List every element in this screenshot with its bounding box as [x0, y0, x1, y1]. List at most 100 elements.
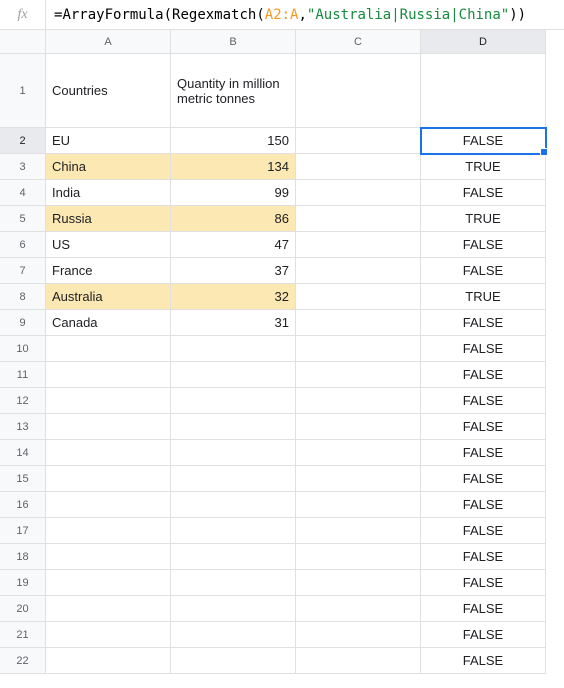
cell-D15[interactable]: FALSE	[421, 466, 546, 492]
cell-C1[interactable]	[296, 54, 421, 128]
cell-B18[interactable]	[171, 544, 296, 570]
column-header-B[interactable]: B	[171, 30, 296, 54]
row-header-6[interactable]: 6	[0, 232, 46, 258]
row-header-20[interactable]: 20	[0, 596, 46, 622]
cell-A11[interactable]	[46, 362, 171, 388]
cell-D9[interactable]: FALSE	[421, 310, 546, 336]
column-header-A[interactable]: A	[46, 30, 171, 54]
cell-D17[interactable]: FALSE	[421, 518, 546, 544]
cell-B19[interactable]	[171, 570, 296, 596]
cell-D14[interactable]: FALSE	[421, 440, 546, 466]
cell-A17[interactable]	[46, 518, 171, 544]
select-all-corner[interactable]	[0, 30, 46, 54]
cell-B6[interactable]: 47	[171, 232, 296, 258]
cell-D18[interactable]: FALSE	[421, 544, 546, 570]
row-header-8[interactable]: 8	[0, 284, 46, 310]
cell-C17[interactable]	[296, 518, 421, 544]
cell-C7[interactable]	[296, 258, 421, 284]
cell-A16[interactable]	[46, 492, 171, 518]
row-header-16[interactable]: 16	[0, 492, 46, 518]
cell-B4[interactable]: 99	[171, 180, 296, 206]
cell-C14[interactable]	[296, 440, 421, 466]
cell-C6[interactable]	[296, 232, 421, 258]
cell-A7[interactable]: France	[46, 258, 171, 284]
row-header-21[interactable]: 21	[0, 622, 46, 648]
cell-B21[interactable]	[171, 622, 296, 648]
cell-A22[interactable]	[46, 648, 171, 674]
row-header-7[interactable]: 7	[0, 258, 46, 284]
cell-D5[interactable]: TRUE	[421, 206, 546, 232]
cell-A21[interactable]	[46, 622, 171, 648]
cell-C9[interactable]	[296, 310, 421, 336]
cell-D1[interactable]	[421, 54, 546, 128]
row-header-12[interactable]: 12	[0, 388, 46, 414]
cell-B22[interactable]	[171, 648, 296, 674]
cell-A4[interactable]: India	[46, 180, 171, 206]
cell-A9[interactable]: Canada	[46, 310, 171, 336]
cell-C16[interactable]	[296, 492, 421, 518]
cell-A10[interactable]	[46, 336, 171, 362]
row-header-10[interactable]: 10	[0, 336, 46, 362]
row-header-14[interactable]: 14	[0, 440, 46, 466]
cell-C5[interactable]	[296, 206, 421, 232]
column-header-D[interactable]: D	[421, 30, 546, 54]
cell-A18[interactable]	[46, 544, 171, 570]
cell-D20[interactable]: FALSE	[421, 596, 546, 622]
cell-C19[interactable]	[296, 570, 421, 596]
formula-input[interactable]: =ArrayFormula(Regexmatch(A2:A,"Australia…	[46, 7, 564, 23]
cell-D10[interactable]: FALSE	[421, 336, 546, 362]
cell-B9[interactable]: 31	[171, 310, 296, 336]
cell-D16[interactable]: FALSE	[421, 492, 546, 518]
cell-A2[interactable]: EU	[46, 128, 171, 154]
cell-C3[interactable]	[296, 154, 421, 180]
row-header-19[interactable]: 19	[0, 570, 46, 596]
cell-C21[interactable]	[296, 622, 421, 648]
cell-C13[interactable]	[296, 414, 421, 440]
row-header-22[interactable]: 22	[0, 648, 46, 674]
cell-D22[interactable]: FALSE	[421, 648, 546, 674]
cell-A14[interactable]	[46, 440, 171, 466]
cell-A3[interactable]: China	[46, 154, 171, 180]
row-header-11[interactable]: 11	[0, 362, 46, 388]
row-header-3[interactable]: 3	[0, 154, 46, 180]
cell-D4[interactable]: FALSE	[421, 180, 546, 206]
cell-B14[interactable]	[171, 440, 296, 466]
spreadsheet-grid[interactable]: ABCD1CountriesQuantity in million metric…	[0, 30, 564, 674]
cell-C4[interactable]	[296, 180, 421, 206]
cell-B5[interactable]: 86	[171, 206, 296, 232]
cell-B11[interactable]	[171, 362, 296, 388]
cell-D21[interactable]: FALSE	[421, 622, 546, 648]
cell-D19[interactable]: FALSE	[421, 570, 546, 596]
row-header-15[interactable]: 15	[0, 466, 46, 492]
cell-C2[interactable]	[296, 128, 421, 154]
row-header-13[interactable]: 13	[0, 414, 46, 440]
row-header-17[interactable]: 17	[0, 518, 46, 544]
cell-A6[interactable]: US	[46, 232, 171, 258]
cell-A19[interactable]	[46, 570, 171, 596]
cell-D8[interactable]: TRUE	[421, 284, 546, 310]
cell-D2[interactable]: FALSE	[421, 128, 546, 154]
cell-D6[interactable]: FALSE	[421, 232, 546, 258]
cell-B3[interactable]: 134	[171, 154, 296, 180]
cell-D13[interactable]: FALSE	[421, 414, 546, 440]
cell-D7[interactable]: FALSE	[421, 258, 546, 284]
cell-B2[interactable]: 150	[171, 128, 296, 154]
cell-B17[interactable]	[171, 518, 296, 544]
cell-C18[interactable]	[296, 544, 421, 570]
cell-C8[interactable]	[296, 284, 421, 310]
cell-C22[interactable]	[296, 648, 421, 674]
column-header-C[interactable]: C	[296, 30, 421, 54]
cell-C12[interactable]	[296, 388, 421, 414]
row-header-4[interactable]: 4	[0, 180, 46, 206]
cell-C15[interactable]	[296, 466, 421, 492]
cell-A5[interactable]: Russia	[46, 206, 171, 232]
cell-D12[interactable]: FALSE	[421, 388, 546, 414]
cell-B20[interactable]	[171, 596, 296, 622]
cell-D11[interactable]: FALSE	[421, 362, 546, 388]
cell-B15[interactable]	[171, 466, 296, 492]
cell-B16[interactable]	[171, 492, 296, 518]
row-header-2[interactable]: 2	[0, 128, 46, 154]
row-header-18[interactable]: 18	[0, 544, 46, 570]
cell-B10[interactable]	[171, 336, 296, 362]
cell-B8[interactable]: 32	[171, 284, 296, 310]
